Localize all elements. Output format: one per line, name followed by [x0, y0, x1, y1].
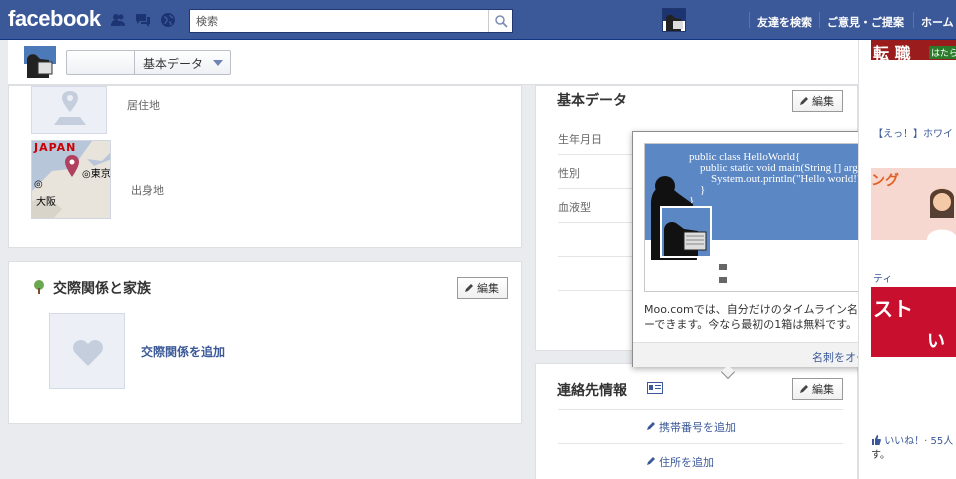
search-icon: [495, 15, 508, 28]
feedback-link[interactable]: ご意見・ご提案: [827, 14, 904, 30]
top-bar: facebook 友達を検索 ご意見・ご提案 ホーム: [0, 0, 956, 40]
ad-title-link[interactable]: 【えっ！】ホワイ: [873, 125, 953, 140]
search-button[interactable]: [488, 10, 512, 32]
basic-info-edit-button[interactable]: 編集: [792, 90, 843, 112]
relationship-card: 交際関係と家族 編集 交際関係を追加: [8, 261, 522, 424]
like-line[interactable]: いいね！· 55人: [871, 432, 953, 447]
divider: [749, 12, 750, 28]
home-link[interactable]: ホーム: [921, 14, 954, 30]
section-selector[interactable]: 基本データ: [66, 50, 231, 75]
profile-thumbnail[interactable]: [24, 46, 56, 78]
profile-name-crumb[interactable]: [67, 51, 135, 74]
ad-column: 転 職 はたら 【えっ！】ホワイ ング ティ スト い いいね！· 55人 す。: [858, 40, 956, 479]
gender-label: 性別: [558, 167, 580, 180]
pencil-icon: [465, 284, 473, 292]
like-line-suffix: す。: [871, 450, 890, 461]
search-box: [189, 9, 513, 33]
ad-banner-jobs[interactable]: 転 職 はたら: [871, 40, 956, 60]
chevron-down-icon: [213, 60, 223, 66]
row-divider: [558, 443, 843, 444]
row-divider: [558, 409, 843, 410]
hometown-label: 出身地: [131, 184, 164, 197]
ad-person-icon: [927, 188, 956, 240]
find-friends-link[interactable]: 友達を検索: [757, 14, 812, 30]
heart-icon: [73, 340, 103, 366]
map-city-marker: ◎: [34, 179, 43, 190]
ad-banner-red[interactable]: スト い: [871, 287, 956, 357]
code-snippet: public class HelloWorld{ public static v…: [689, 151, 874, 207]
profile-avatar[interactable]: [662, 8, 686, 32]
current-city-thumbnail[interactable]: [31, 86, 107, 134]
profile-photo-thumb: [660, 206, 712, 258]
add-relationship-link[interactable]: 交際関係を追加: [141, 343, 225, 360]
map-city-tokyo: ◎東京: [82, 169, 111, 180]
relationship-thumbnail[interactable]: [49, 313, 125, 389]
ad-title-link[interactable]: ティ: [873, 270, 892, 285]
relationship-title: 交際関係と家族: [53, 281, 151, 297]
search-input[interactable]: [190, 10, 480, 32]
tree-icon: [34, 280, 44, 294]
section-label: 基本データ: [143, 57, 204, 71]
contact-card-icon[interactable]: [647, 382, 663, 394]
hometown-map[interactable]: JAPAN ◎東京 ◎ 大阪: [31, 140, 111, 219]
map-pin-icon: [54, 91, 86, 125]
messages-icon[interactable]: [135, 12, 151, 28]
blood-type-label: 血液型: [558, 201, 591, 214]
facebook-logo[interactable]: facebook: [8, 6, 101, 32]
avatar-image-icon: [663, 9, 685, 31]
birthday-label: 生年月日: [558, 133, 602, 146]
pencil-icon: [647, 457, 655, 465]
avatar-image-icon: [24, 46, 56, 78]
contact-title: 連絡先情報: [557, 383, 627, 399]
pencil-icon: [800, 385, 808, 393]
profile-subheader: 基本データ: [8, 40, 858, 85]
map-country-label: JAPAN: [34, 141, 77, 154]
places-card: 居住地 JAPAN ◎東京 ◎ 大阪 出身地: [8, 85, 522, 248]
card-info-icons: [719, 264, 727, 283]
divider: [913, 12, 914, 28]
pencil-icon: [800, 97, 808, 105]
friend-requests-icon[interactable]: [110, 12, 126, 28]
ad-image-woman[interactable]: ング: [871, 168, 956, 240]
contact-card: 連絡先情報 編集 携帯番号を追加 住所を追加: [535, 363, 858, 479]
contact-edit-button[interactable]: 編集: [792, 378, 843, 400]
pencil-icon: [647, 422, 655, 430]
add-address-link[interactable]: 住所を追加: [659, 454, 714, 470]
add-mobile-link[interactable]: 携帯番号を追加: [659, 419, 736, 435]
avatar-image-icon: [662, 208, 710, 256]
basic-info-title: 基本データ: [557, 93, 627, 109]
hometown-pin-icon: [65, 155, 79, 177]
current-city-label: 居住地: [127, 99, 160, 112]
thumbs-up-icon: [872, 435, 881, 445]
notifications-globe-icon[interactable]: [160, 12, 176, 28]
divider: [819, 12, 820, 28]
map-city-osaka: 大阪: [36, 197, 56, 208]
relationship-edit-button[interactable]: 編集: [457, 277, 508, 299]
